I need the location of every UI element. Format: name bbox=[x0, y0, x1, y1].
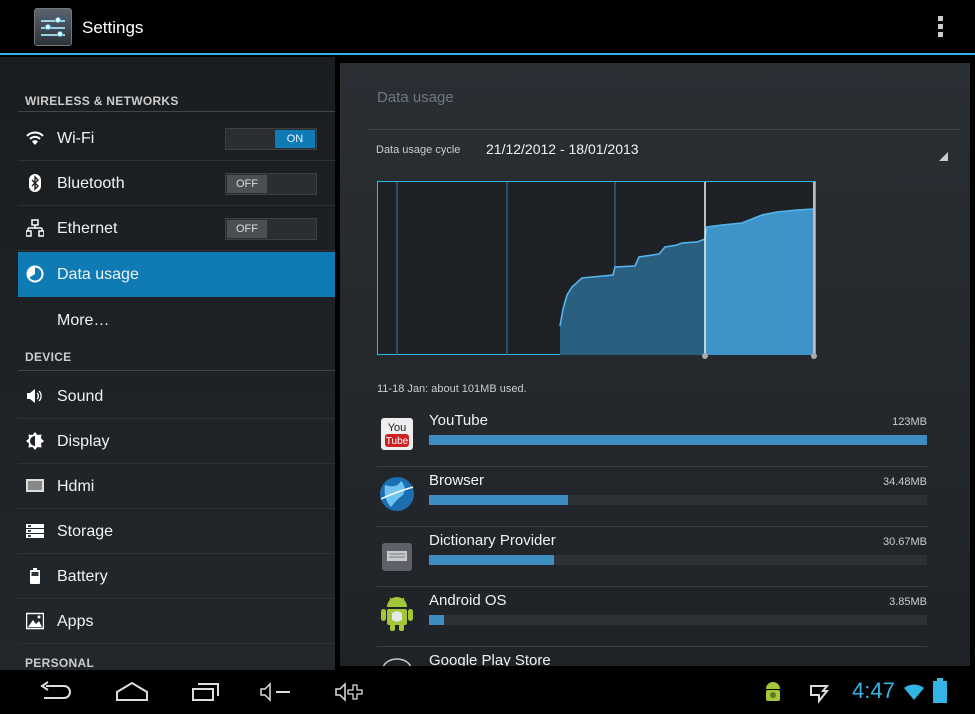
wifi-signal-icon bbox=[904, 684, 924, 700]
bluetooth-icon bbox=[29, 174, 41, 192]
usage-bar bbox=[429, 435, 927, 445]
section-header-personal: PERSONAL bbox=[25, 656, 95, 670]
usage-bar-fill bbox=[429, 495, 569, 505]
sidebar-item-label: Sound bbox=[57, 388, 104, 405]
sidebar-item-battery[interactable]: Battery bbox=[18, 554, 335, 599]
sidebar-item-label: More… bbox=[57, 312, 110, 329]
sidebar-item-label: Storage bbox=[57, 523, 114, 540]
usage-summary: 11-18 Jan: about 101MB used. bbox=[377, 383, 527, 395]
usage-bar-fill bbox=[429, 435, 927, 445]
back-icon[interactable] bbox=[38, 680, 72, 704]
section-header-wireless: WIRELESS & NETWORKS bbox=[25, 94, 179, 108]
status-clock: 4:47 bbox=[852, 678, 895, 703]
app-name: YouTube bbox=[429, 412, 488, 429]
browser-icon bbox=[380, 477, 414, 511]
data-usage-panel: Data usage Data usage cycle 21/12/2012 -… bbox=[340, 63, 970, 666]
battery-status-icon bbox=[933, 678, 947, 703]
app-usage-row-browser[interactable]: Browser 34.48MB bbox=[377, 467, 927, 527]
wifi-toggle[interactable]: ON bbox=[225, 128, 317, 150]
toggle-state: OFF bbox=[227, 220, 267, 238]
sidebar-item-label: Battery bbox=[57, 568, 108, 585]
sidebar-item-wifi[interactable]: Wi-Fi ON bbox=[18, 116, 335, 161]
ethernet-toggle[interactable]: OFF bbox=[225, 218, 317, 240]
cycle-selector[interactable]: Data usage cycle 21/12/2012 - 18/01/2013 bbox=[368, 129, 960, 167]
app-usage-size: 123MB bbox=[892, 416, 927, 428]
sidebar-item-hdmi[interactable]: Hdmi bbox=[18, 464, 335, 509]
cycle-label: Data usage cycle bbox=[376, 144, 461, 156]
usage-bar bbox=[429, 495, 927, 505]
sidebar-item-data-usage[interactable]: Data usage bbox=[18, 252, 335, 297]
range-start-handle[interactable] bbox=[702, 353, 708, 359]
recent-apps-icon[interactable] bbox=[188, 680, 224, 704]
keyboard-icon bbox=[382, 543, 412, 571]
sidebar-item-sound[interactable]: Sound bbox=[18, 374, 335, 419]
play-store-icon bbox=[382, 658, 412, 666]
app-usage-row-android-os[interactable]: Android OS 3.85MB bbox=[377, 587, 927, 647]
app-usage-row-youtube[interactable]: You Tube YouTube 123MB bbox=[377, 407, 927, 467]
apps-icon bbox=[26, 612, 44, 630]
app-name: Browser bbox=[429, 472, 485, 489]
youtube-icon: You Tube bbox=[381, 418, 413, 450]
sidebar-item-label: Apps bbox=[57, 613, 94, 630]
section-header-device: DEVICE bbox=[25, 350, 72, 364]
svg-text:Tube: Tube bbox=[386, 436, 409, 447]
sidebar-item-label: Wi-Fi bbox=[57, 130, 95, 147]
usage-bar-fill bbox=[429, 555, 554, 565]
range-end-handle[interactable] bbox=[811, 353, 817, 359]
app-usage-row-dictionary-provider[interactable]: Dictionary Provider 30.67MB bbox=[377, 527, 927, 587]
usage-bar bbox=[429, 615, 927, 625]
volume-up-icon[interactable] bbox=[333, 680, 369, 704]
display-icon bbox=[26, 432, 44, 450]
settings-app-icon[interactable] bbox=[34, 8, 72, 46]
svg-text:You: You bbox=[388, 422, 407, 434]
sidebar-item-label: Hdmi bbox=[57, 478, 95, 495]
usage-chart[interactable] bbox=[377, 181, 817, 359]
system-nav-bar: 4:47 bbox=[0, 670, 975, 714]
sidebar-item-label: Data usage bbox=[57, 266, 139, 283]
data-usage-icon bbox=[26, 265, 44, 283]
android-debug-icon bbox=[766, 682, 780, 701]
action-bar: Settings bbox=[0, 0, 975, 55]
sidebar-item-bluetooth[interactable]: Bluetooth OFF bbox=[18, 161, 335, 206]
sidebar-item-label: Display bbox=[57, 433, 110, 450]
usage-area-selected bbox=[705, 209, 813, 355]
sidebar-item-more[interactable]: More… bbox=[18, 298, 335, 343]
usage-bar bbox=[429, 555, 927, 565]
settings-sidebar: WIRELESS & NETWORKS Wi-Fi ON Bluetooth O… bbox=[0, 57, 335, 670]
toggle-state: OFF bbox=[227, 175, 267, 193]
overflow-menu-icon[interactable] bbox=[936, 16, 944, 40]
ethernet-icon bbox=[26, 219, 44, 237]
app-name: Dictionary Provider bbox=[429, 532, 556, 549]
android-icon bbox=[381, 597, 413, 631]
bluetooth-toggle[interactable]: OFF bbox=[225, 173, 317, 195]
sound-icon bbox=[27, 389, 42, 403]
wifi-icon bbox=[26, 131, 44, 145]
divider bbox=[18, 370, 335, 371]
cycle-value: 21/12/2012 - 18/01/2013 bbox=[486, 141, 639, 157]
hdmi-icon bbox=[26, 479, 44, 492]
divider bbox=[18, 111, 335, 112]
app-name: Google Play Store bbox=[429, 652, 551, 666]
battery-icon bbox=[30, 568, 40, 584]
sidebar-item-ethernet[interactable]: Ethernet OFF bbox=[18, 206, 335, 251]
home-icon[interactable] bbox=[114, 680, 150, 704]
dropdown-arrow-icon bbox=[939, 152, 948, 161]
panel-title: Data usage bbox=[377, 89, 454, 106]
app-name: Android OS bbox=[429, 592, 507, 609]
app-usage-size: 34.48MB bbox=[882, 476, 927, 488]
app-usage-row-google-play-store[interactable]: Google Play Store bbox=[377, 647, 927, 666]
app-usage-size: 3.85MB bbox=[889, 596, 927, 608]
sidebar-item-display[interactable]: Display bbox=[18, 419, 335, 464]
volume-down-icon[interactable] bbox=[258, 680, 294, 704]
sidebar-item-label: Ethernet bbox=[57, 220, 118, 237]
sidebar-item-storage[interactable]: Storage bbox=[18, 509, 335, 554]
toggle-state: ON bbox=[275, 130, 315, 148]
sidebar-item-apps[interactable]: Apps bbox=[18, 599, 335, 644]
usage-bar-fill bbox=[429, 615, 444, 625]
storage-icon bbox=[26, 524, 44, 538]
usb-notification-icon bbox=[810, 685, 830, 704]
sidebar-item-label: Bluetooth bbox=[57, 175, 125, 192]
page-title: Settings bbox=[82, 18, 144, 37]
app-usage-size: 30.67MB bbox=[882, 536, 927, 548]
